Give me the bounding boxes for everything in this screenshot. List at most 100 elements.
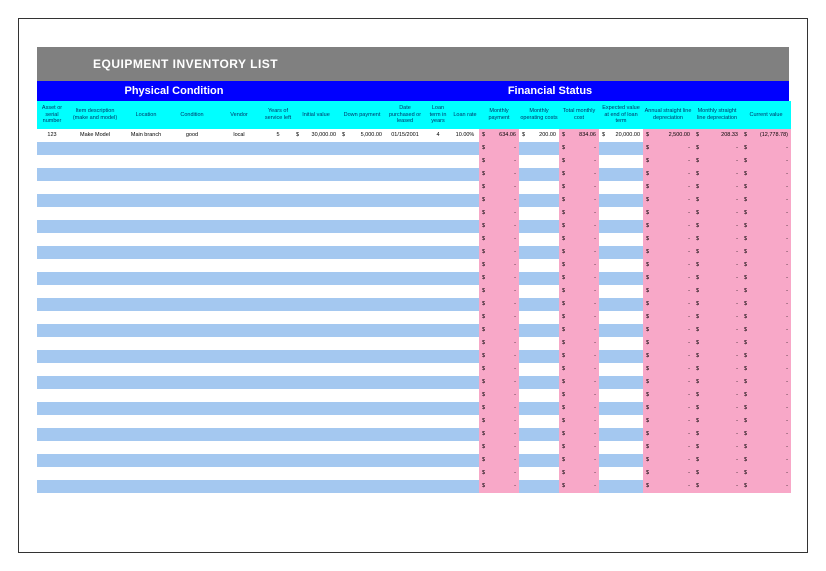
cell-current_value: $-: [741, 220, 791, 233]
cell-total_monthly: $-: [559, 415, 599, 428]
cell-annual_depr: $-: [643, 155, 693, 168]
cell-years_left: [263, 337, 293, 350]
cell-condition: [169, 233, 215, 246]
col-header-location: Location: [123, 101, 169, 129]
cell-loan_rate: [451, 272, 479, 285]
cell-current_value: $-: [741, 376, 791, 389]
cell-asset_no: [37, 376, 67, 389]
cell-down_payment: [339, 194, 385, 207]
cell-condition: [169, 207, 215, 220]
cell-loan_term: [425, 337, 451, 350]
cell-monthly_depr: $-: [693, 337, 741, 350]
cell-loan_term: [425, 142, 451, 155]
cell-annual_depr: $-: [643, 285, 693, 298]
cell-monthly_op_costs: [519, 220, 559, 233]
cell-annual_depr: $-: [643, 467, 693, 480]
cell-loan_term: [425, 298, 451, 311]
cell-vendor: [215, 441, 263, 454]
cell-annual_depr: $-: [643, 259, 693, 272]
cell-vendor: [215, 233, 263, 246]
cell-desc: [67, 480, 123, 493]
cell-monthly_op_costs: [519, 207, 559, 220]
cell-desc: [67, 259, 123, 272]
cell-asset_no: [37, 285, 67, 298]
cell-monthly_depr: $-: [693, 350, 741, 363]
cell-years_left: [263, 194, 293, 207]
cell-annual_depr: $-: [643, 363, 693, 376]
cell-loan_rate: [451, 298, 479, 311]
cell-loan_rate: [451, 415, 479, 428]
table-row: $-$-$-$-$-: [37, 467, 791, 480]
cell-loan_rate: [451, 363, 479, 376]
cell-annual_depr: $-: [643, 220, 693, 233]
cell-condition: [169, 415, 215, 428]
cell-monthly_payment: $-: [479, 259, 519, 272]
cell-location: [123, 402, 169, 415]
cell-total_monthly: $-: [559, 298, 599, 311]
table-row: $-$-$-$-$-: [37, 220, 791, 233]
cell-current_value: $-: [741, 311, 791, 324]
cell-annual_depr: $-: [643, 454, 693, 467]
cell-loan_term: [425, 441, 451, 454]
cell-current_value: $-: [741, 259, 791, 272]
cell-loan_term: [425, 389, 451, 402]
cell-monthly_op_costs: [519, 142, 559, 155]
cell-desc: [67, 363, 123, 376]
cell-vendor: [215, 415, 263, 428]
cell-expected_value: [599, 233, 643, 246]
cell-date_purchased: [385, 233, 425, 246]
page-title: EQUIPMENT INVENTORY LIST: [37, 47, 789, 81]
cell-loan_rate: [451, 402, 479, 415]
cell-monthly_depr: $-: [693, 428, 741, 441]
cell-years_left: [263, 350, 293, 363]
cell-annual_depr: $-: [643, 233, 693, 246]
cell-asset_no: [37, 467, 67, 480]
cell-monthly_depr: $-: [693, 415, 741, 428]
cell-date_purchased: [385, 155, 425, 168]
cell-expected_value: [599, 155, 643, 168]
cell-years_left: [263, 181, 293, 194]
cell-monthly_depr: $-: [693, 402, 741, 415]
cell-location: [123, 441, 169, 454]
cell-total_monthly: $-: [559, 454, 599, 467]
cell-years_left: [263, 142, 293, 155]
cell-monthly_op_costs: [519, 324, 559, 337]
cell-years_left: [263, 272, 293, 285]
cell-date_purchased: [385, 246, 425, 259]
cell-location: [123, 428, 169, 441]
cell-current_value: $-: [741, 142, 791, 155]
cell-condition: [169, 363, 215, 376]
cell-initial_value: [293, 285, 339, 298]
cell-vendor: [215, 246, 263, 259]
cell-monthly_depr: $-: [693, 389, 741, 402]
cell-vendor: [215, 285, 263, 298]
cell-monthly_op_costs: [519, 311, 559, 324]
cell-annual_depr: $-: [643, 441, 693, 454]
cell-date_purchased: [385, 363, 425, 376]
cell-date_purchased: [385, 311, 425, 324]
cell-location: [123, 233, 169, 246]
cell-desc: [67, 389, 123, 402]
cell-annual_depr: $-: [643, 246, 693, 259]
table-row: $-$-$-$-$-: [37, 298, 791, 311]
cell-monthly_payment: $-: [479, 376, 519, 389]
cell-desc: [67, 272, 123, 285]
cell-total_monthly: $-: [559, 337, 599, 350]
cell-monthly_op_costs: [519, 272, 559, 285]
table-row: $-$-$-$-$-: [37, 428, 791, 441]
cell-years_left: [263, 454, 293, 467]
cell-expected_value: [599, 311, 643, 324]
cell-vendor: [215, 402, 263, 415]
cell-down_payment: [339, 402, 385, 415]
cell-asset_no: [37, 246, 67, 259]
cell-date_purchased: [385, 402, 425, 415]
cell-asset_no: [37, 207, 67, 220]
cell-initial_value: [293, 324, 339, 337]
cell-monthly_op_costs: [519, 415, 559, 428]
cell-asset_no: [37, 311, 67, 324]
cell-date_purchased: [385, 415, 425, 428]
col-header-years_left: Years of service left: [263, 101, 293, 129]
cell-vendor: [215, 311, 263, 324]
cell-total_monthly: $-: [559, 233, 599, 246]
cell-location: [123, 454, 169, 467]
